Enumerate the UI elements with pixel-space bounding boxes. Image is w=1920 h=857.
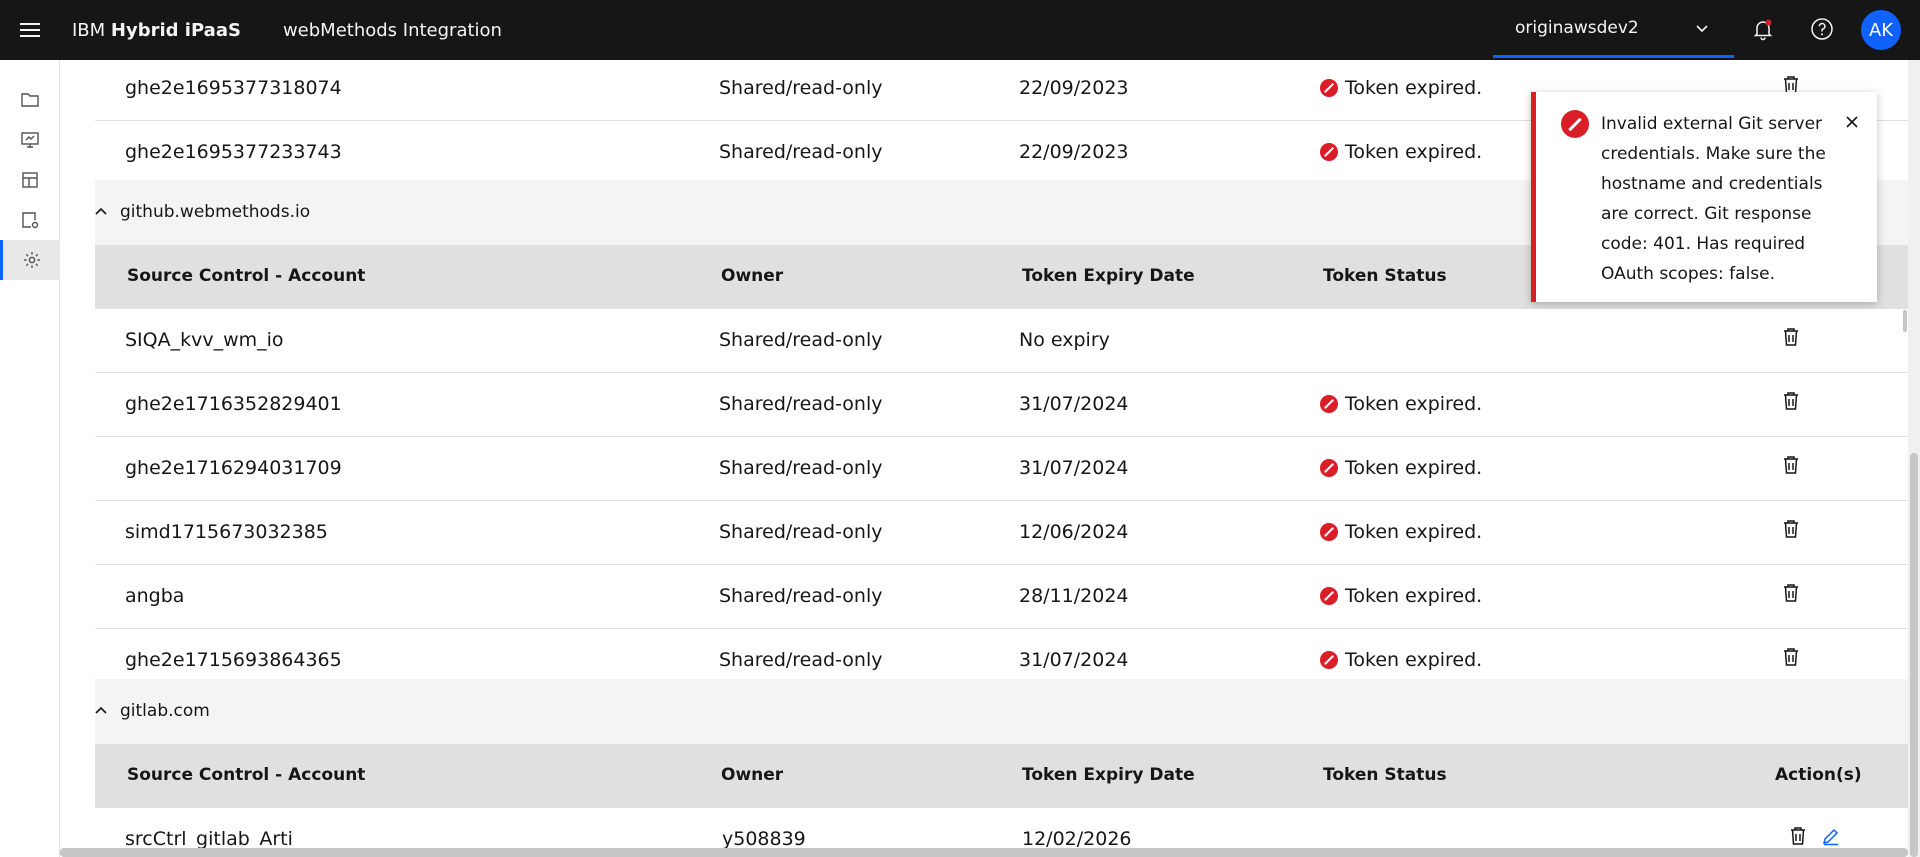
column-header-status[interactable]: Token Status (1323, 266, 1447, 286)
column-header-owner[interactable]: Owner (721, 266, 783, 286)
horizontal-scrollbar[interactable] (60, 848, 1908, 857)
document-settings-icon[interactable] (0, 200, 60, 240)
column-header-account[interactable]: Source Control - Account (127, 765, 365, 785)
monitor-icon[interactable] (0, 120, 60, 160)
error-icon (1320, 651, 1338, 669)
owner-cell: Shared/read-only (719, 457, 883, 479)
top-header: IBM Hybrid iPaaS webMethods Integration … (0, 0, 1920, 60)
error-icon (1320, 459, 1338, 477)
expiry-cell: No expiry (1019, 329, 1110, 351)
inner-scrollbar-thumb[interactable] (1903, 310, 1907, 332)
error-icon (1320, 143, 1338, 161)
error-icon (1561, 110, 1589, 138)
status-cell: Token expired. (1320, 77, 1482, 99)
chevron-down-icon (1696, 25, 1708, 33)
status-cell: Token expired. (1320, 393, 1482, 415)
expiry-cell: 22/09/2023 (1019, 141, 1129, 163)
vertical-scrollbar[interactable] (1908, 60, 1920, 857)
account-cell: ghe2e1716352829401 (125, 393, 342, 415)
account-cell: srcCtrl_gitlab_Arti (125, 828, 293, 850)
owner-cell: Shared/read-only (719, 585, 883, 607)
scrollbar-thumb[interactable] (1910, 453, 1918, 857)
delete-icon[interactable] (1782, 583, 1800, 603)
chevron-up-icon[interactable] (95, 703, 109, 719)
delete-icon[interactable] (1782, 327, 1800, 347)
delete-icon[interactable] (1782, 455, 1800, 475)
table-row: ghe2e1716294031709 Shared/read-only 31/0… (95, 437, 1908, 501)
user-avatar[interactable]: AK (1861, 10, 1901, 50)
dashboard-icon[interactable] (0, 160, 60, 200)
table-header: Source Control - Account Owner Token Exp… (95, 744, 1908, 808)
delete-icon[interactable] (1782, 519, 1800, 539)
status-cell: Token expired. (1320, 141, 1482, 163)
column-header-account[interactable]: Source Control - Account (127, 266, 365, 286)
close-icon[interactable] (1842, 112, 1862, 132)
account-cell: SIQA_kvv_wm_io (125, 329, 284, 351)
folder-icon[interactable] (0, 80, 60, 120)
delete-icon[interactable] (1782, 391, 1800, 411)
product-name[interactable]: webMethods Integration (283, 20, 502, 41)
expiry-cell: 31/07/2024 (1019, 393, 1129, 415)
expiry-cell: 22/09/2023 (1019, 77, 1129, 99)
owner-cell: Shared/read-only (719, 141, 883, 163)
owner-cell: Shared/read-only (719, 521, 883, 543)
account-cell: ghe2e1716294031709 (125, 457, 342, 479)
group-name: github.webmethods.io (120, 202, 311, 222)
status-cell: Token expired. (1320, 649, 1482, 671)
error-icon (1320, 79, 1338, 97)
status-cell: Token expired. (1320, 585, 1482, 607)
table-row: SIQA_kvv_wm_io Shared/read-only No expir… (95, 309, 1908, 373)
error-icon (1320, 395, 1338, 413)
error-toast-notification: Invalid external Git server credentials.… (1531, 92, 1877, 302)
table-row: simd1715673032385 Shared/read-only 12/06… (95, 501, 1908, 565)
column-header-status[interactable]: Token Status (1323, 765, 1447, 785)
menu-icon[interactable] (0, 0, 60, 60)
account-cell: ghe2e1715693864365 (125, 649, 342, 671)
column-header-actions: Action(s) (1775, 765, 1862, 785)
status-cell: Token expired. (1320, 457, 1482, 479)
side-navigation (0, 60, 60, 857)
settings-icon[interactable] (0, 240, 60, 280)
expiry-cell: 28/11/2024 (1019, 585, 1129, 607)
owner-cell: Shared/read-only (719, 649, 883, 671)
owner-cell: y508839 (722, 828, 806, 850)
status-cell: Token expired. (1320, 521, 1482, 543)
environment-label: originawsdev2 (1515, 17, 1639, 38)
expiry-cell: 31/07/2024 (1019, 649, 1129, 671)
account-cell: simd1715673032385 (125, 521, 328, 543)
expiry-cell: 31/07/2024 (1019, 457, 1129, 479)
column-header-expiry[interactable]: Token Expiry Date (1022, 266, 1195, 286)
help-icon[interactable] (1807, 14, 1837, 44)
owner-cell: Shared/read-only (719, 77, 883, 99)
table-row: ghe2e1716352829401 Shared/read-only 31/0… (95, 373, 1908, 437)
chevron-up-icon[interactable] (95, 204, 109, 220)
brand-name[interactable]: IBM Hybrid iPaaS (72, 20, 241, 41)
delete-icon[interactable] (1782, 647, 1800, 667)
group-name: gitlab.com (120, 701, 210, 721)
toast-message: Invalid external Git server credentials.… (1601, 114, 1826, 284)
column-header-expiry[interactable]: Token Expiry Date (1022, 765, 1195, 785)
delete-icon[interactable] (1789, 826, 1807, 846)
expiry-cell: 12/06/2024 (1019, 521, 1129, 543)
column-header-owner[interactable]: Owner (721, 765, 783, 785)
notification-icon[interactable] (1748, 14, 1778, 44)
environment-switcher[interactable]: originawsdev2 (1493, 0, 1734, 58)
account-cell: ghe2e1695377233743 (125, 141, 342, 163)
owner-cell: Shared/read-only (719, 329, 883, 351)
group-header-gitlab: gitlab.com (95, 679, 1908, 744)
owner-cell: Shared/read-only (719, 393, 883, 415)
table-row: angba Shared/read-only 28/11/2024 Token … (95, 565, 1908, 629)
edit-icon[interactable] (1821, 826, 1841, 846)
error-icon (1320, 523, 1338, 541)
error-icon (1320, 587, 1338, 605)
expiry-cell: 12/02/2026 (1022, 828, 1132, 850)
account-cell: ghe2e1695377318074 (125, 77, 342, 99)
account-cell: angba (125, 585, 185, 607)
